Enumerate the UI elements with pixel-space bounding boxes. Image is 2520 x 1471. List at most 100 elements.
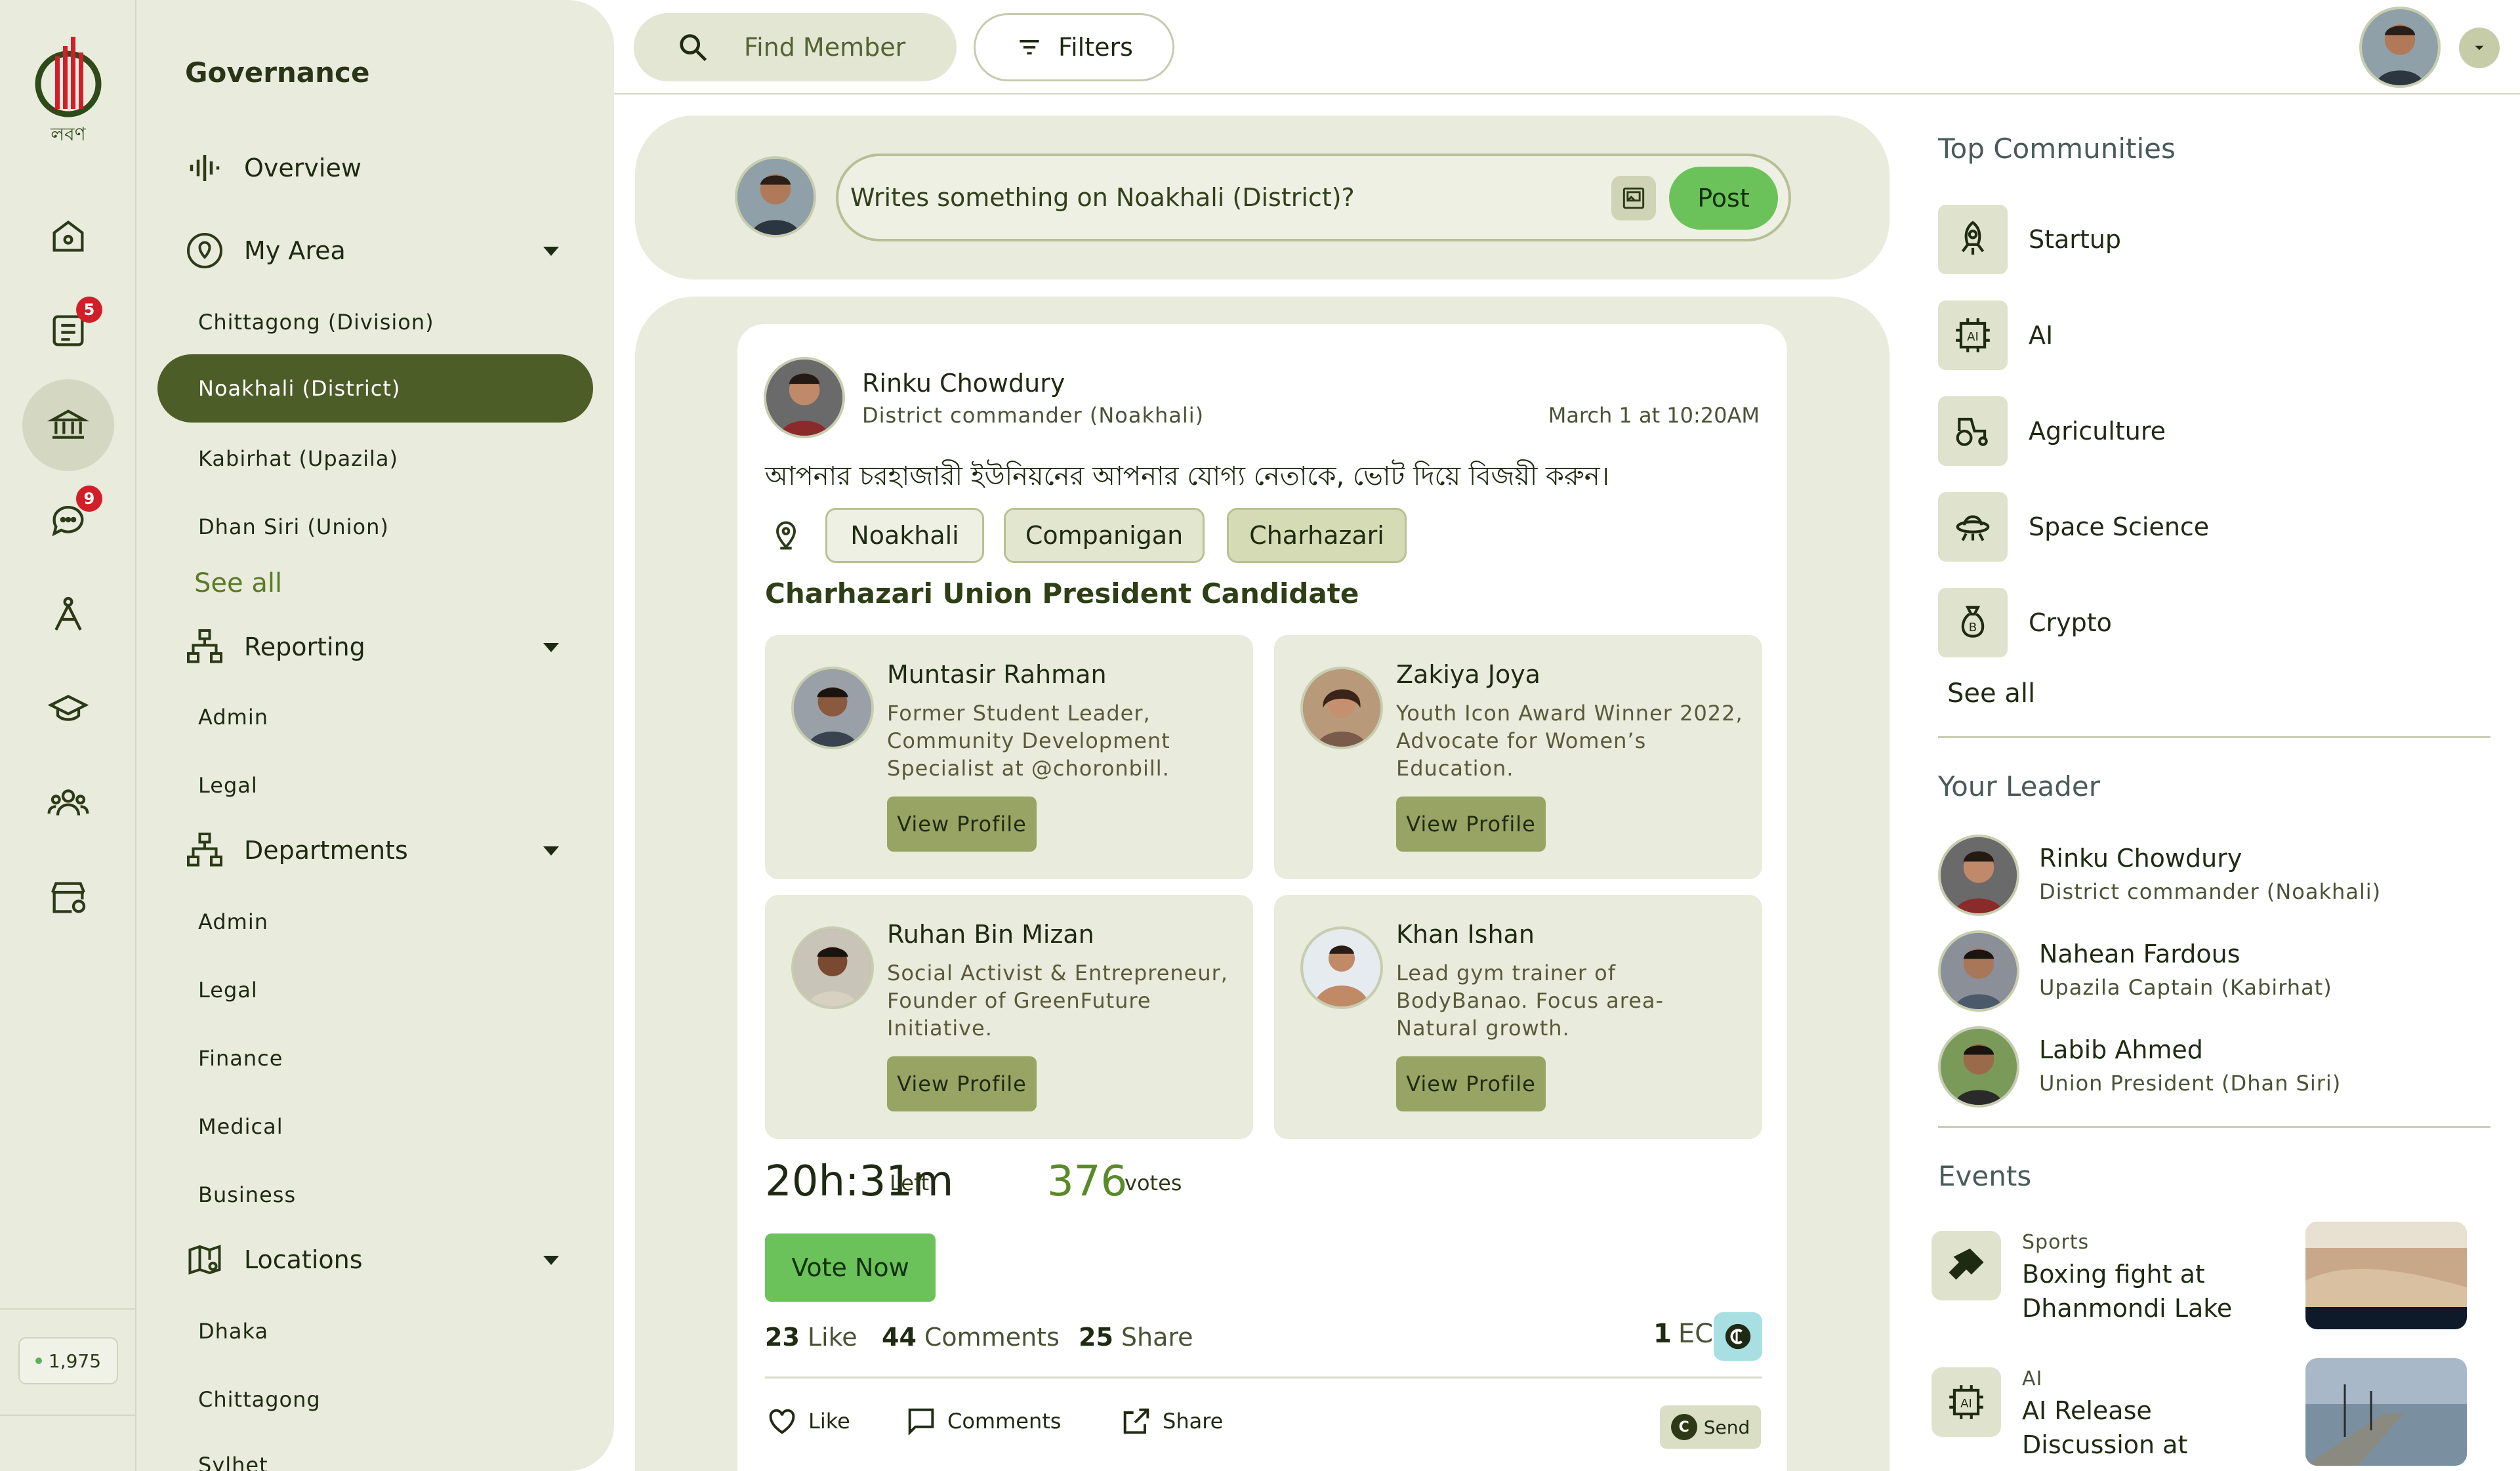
chevron-down-icon[interactable] xyxy=(543,643,559,652)
send-button[interactable]: C Send xyxy=(1660,1405,1761,1449)
communities-see-all-link[interactable]: See all xyxy=(1947,678,2035,709)
comments-stat[interactable]: 44 Comments xyxy=(882,1323,1060,1352)
votes-label: votes xyxy=(1125,1171,1182,1195)
leader-role: District commander (Noakhali) xyxy=(2039,879,2382,904)
event-category: Sports xyxy=(2022,1231,2090,1254)
sidebar-item-departments[interactable]: Departments xyxy=(185,824,408,877)
area-item-district-active[interactable]: Noakhali (District) xyxy=(157,354,593,423)
chevron-down-icon[interactable] xyxy=(543,247,559,256)
shares-stat[interactable]: 25 Share xyxy=(1079,1323,1193,1352)
candidates-title: Charhazari Union President Candidate xyxy=(765,577,1359,610)
like-action[interactable]: Like xyxy=(765,1404,850,1438)
svg-text:AI: AI xyxy=(1967,330,1979,344)
sidebar-item-my-area[interactable]: My Area xyxy=(185,224,346,277)
leader-role: Upazila Captain (Kabirhat) xyxy=(2039,975,2332,1000)
account-menu-chevron-icon[interactable] xyxy=(2459,28,2500,68)
sidebar-item-label: My Area xyxy=(244,236,346,265)
view-profile-button[interactable]: View Profile xyxy=(1396,1056,1546,1111)
view-profile-button[interactable]: View Profile xyxy=(887,797,1037,852)
department-item[interactable]: Business xyxy=(198,1182,296,1207)
community-label: Startup xyxy=(2029,225,2122,254)
coin-icon[interactable] xyxy=(1714,1312,1762,1361)
sidebar: Governance Overview My Area Chittagong (… xyxy=(136,0,614,1471)
area-item-division[interactable]: Chittagong (Division) xyxy=(198,310,434,335)
attach-image-icon[interactable] xyxy=(1611,176,1656,220)
ec-stat: 1 EC xyxy=(1653,1319,1713,1349)
votes-count: 376 xyxy=(1047,1157,1128,1206)
chat-icon[interactable]: 9 xyxy=(22,474,114,566)
vote-now-button[interactable]: Vote Now xyxy=(765,1233,936,1302)
education-icon[interactable] xyxy=(22,663,114,755)
post-author[interactable]: Rinku Chowdury xyxy=(862,369,1065,398)
governance-icon[interactable] xyxy=(22,379,114,471)
comments-label: Comments xyxy=(924,1323,1060,1352)
app-logo[interactable]: লবণ xyxy=(29,24,108,148)
post-card: Rinku Chowdury District commander (Noakh… xyxy=(737,324,1787,1471)
ufo-icon xyxy=(1938,492,2008,562)
area-see-all-link[interactable]: See all xyxy=(194,568,282,598)
sidebar-item-label: Departments xyxy=(244,836,408,865)
sidebar-item-label: Reporting xyxy=(244,632,365,661)
tag-chip[interactable]: Noakhali xyxy=(825,508,984,563)
chat-badge: 9 xyxy=(76,486,102,512)
location-pin-icon xyxy=(769,518,803,552)
reporting-item-legal[interactable]: Legal xyxy=(198,773,258,798)
chevron-down-icon[interactable] xyxy=(543,846,559,856)
reporting-item-admin[interactable]: Admin xyxy=(198,705,268,730)
store-icon[interactable] xyxy=(22,852,114,943)
view-profile-button[interactable]: View Profile xyxy=(1396,797,1546,852)
author-avatar[interactable] xyxy=(764,357,845,438)
community-item-crypto[interactable]: B Crypto xyxy=(1938,588,2112,657)
rail-divider xyxy=(0,1415,136,1416)
chevron-down-icon[interactable] xyxy=(543,1256,559,1265)
leader-avatar xyxy=(1938,835,2019,916)
news-icon[interactable]: 5 xyxy=(22,285,114,377)
location-item[interactable]: Chittagong xyxy=(198,1387,321,1412)
filter-icon xyxy=(1020,40,1039,54)
location-item[interactable]: Sylhet xyxy=(198,1453,268,1471)
heart-icon xyxy=(769,1409,795,1434)
event-thumbnail-image[interactable] xyxy=(2305,1222,2467,1329)
candidate-name: Khan Ishan xyxy=(1396,920,1535,949)
community-item-space-science[interactable]: Space Science xyxy=(1938,492,2209,562)
post-button[interactable]: Post xyxy=(1669,167,1778,230)
area-item-union[interactable]: Dhan Siri (Union) xyxy=(198,514,389,539)
tag-chip[interactable]: Charhazari xyxy=(1227,508,1407,563)
comments-action-label: Comments xyxy=(947,1409,1062,1434)
community-icon[interactable] xyxy=(22,757,114,849)
department-item[interactable]: Admin xyxy=(198,909,268,934)
home-icon[interactable] xyxy=(22,190,114,282)
sidebar-item-reporting[interactable]: Reporting xyxy=(185,621,365,673)
event-thumbnail-image[interactable] xyxy=(2305,1358,2467,1466)
location-item[interactable]: Dhaka xyxy=(198,1319,268,1344)
share-action[interactable]: Share xyxy=(1119,1404,1223,1438)
shares-count: 25 xyxy=(1079,1323,1113,1352)
comments-action[interactable]: Comments xyxy=(904,1404,1061,1438)
user-avatar[interactable] xyxy=(2359,7,2441,88)
candidate-avatar xyxy=(791,926,874,1009)
community-item-startup[interactable]: Startup xyxy=(1938,205,2121,274)
view-profile-button[interactable]: View Profile xyxy=(887,1056,1037,1111)
search-input[interactable]: Find Member xyxy=(634,13,957,81)
filters-button[interactable]: Filters xyxy=(974,13,1174,81)
community-label: Agriculture xyxy=(2029,417,2166,445)
compass-icon[interactable] xyxy=(22,568,114,660)
sidebar-item-overview[interactable]: Overview xyxy=(185,142,361,194)
department-item[interactable]: Legal xyxy=(198,978,258,1003)
sidebar-item-label: Overview xyxy=(244,154,361,182)
department-item[interactable]: Finance xyxy=(198,1046,283,1071)
likes-stat[interactable]: 23 Like xyxy=(765,1323,857,1352)
post-body: আপনার চরহাজারী ইউনিয়নের আপনার যোগ্য নেত… xyxy=(765,461,1609,491)
community-item-agriculture[interactable]: Agriculture xyxy=(1938,396,2166,466)
department-item[interactable]: Medical xyxy=(198,1114,283,1139)
leader-title: Your Leader xyxy=(1938,770,2101,802)
search-placeholder: Find Member xyxy=(744,33,906,62)
likes-count: 23 xyxy=(765,1323,800,1352)
community-item-ai[interactable]: AI AI xyxy=(1938,300,2053,370)
ai-chip-icon: AI xyxy=(1931,1367,2001,1437)
sidebar-item-locations[interactable]: Locations xyxy=(185,1233,363,1286)
event-category: AI xyxy=(2022,1367,2043,1390)
tag-chip[interactable]: Companigan xyxy=(1004,508,1205,563)
filters-label: Filters xyxy=(1058,33,1133,62)
area-item-upazila[interactable]: Kabirhat (Upazila) xyxy=(198,446,398,471)
